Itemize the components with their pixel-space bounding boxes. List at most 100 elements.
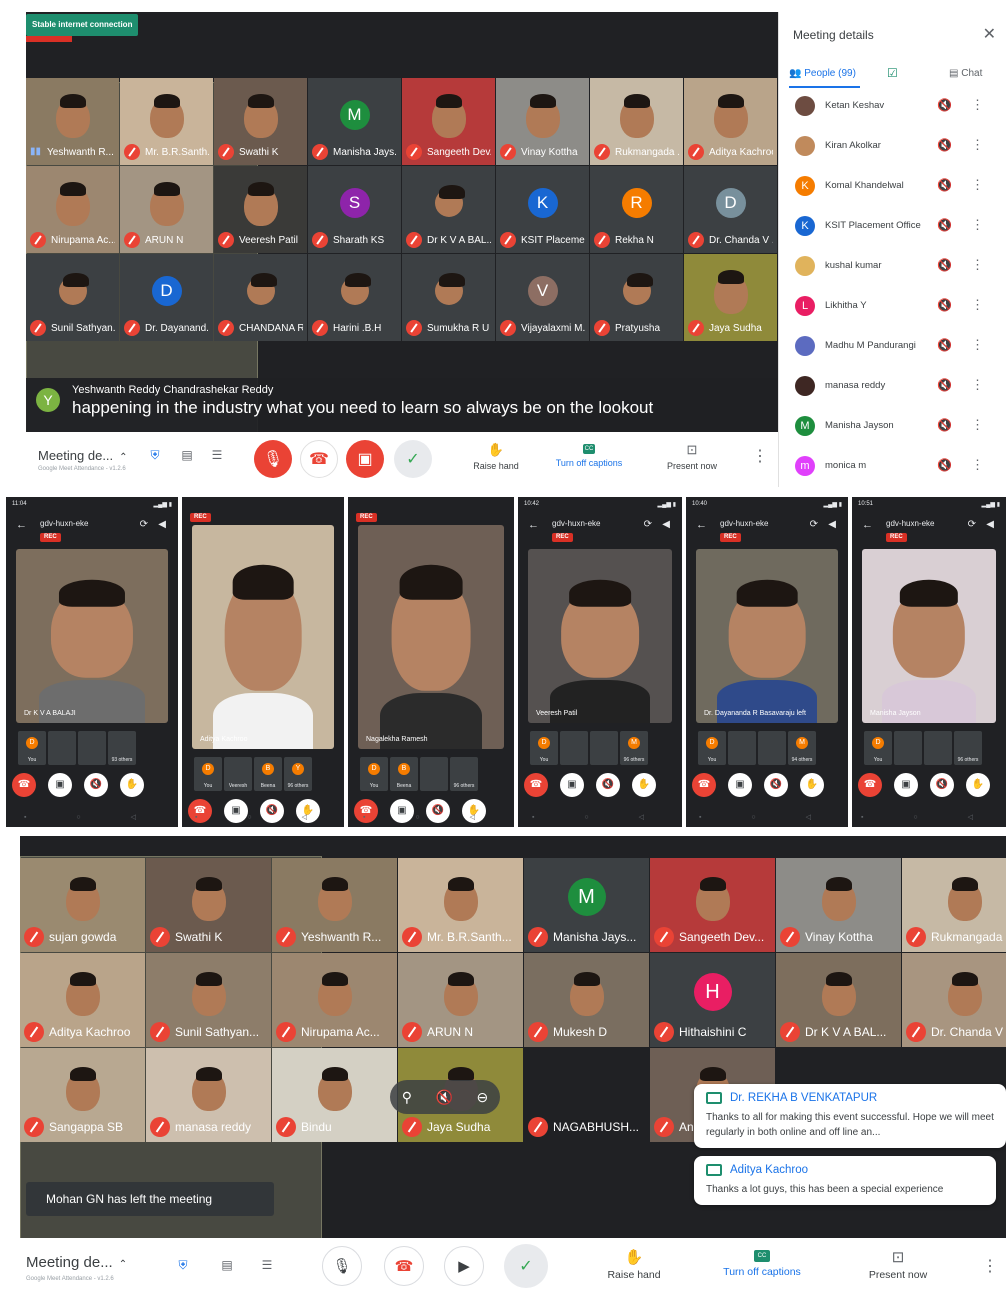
participant-thumbnail[interactable]: B Beena [254,757,282,791]
back-arrow-icon[interactable]: ← [16,519,27,531]
participant-tile[interactable]: R Rekha N [590,166,683,253]
tab-chat[interactable]: ▤ Chat [949,68,982,79]
mic-off-icon[interactable]: 🔇 [937,178,952,192]
participant-tile[interactable]: Dr K V A BAL... [402,166,495,253]
people-list-item[interactable]: Ketan Keshav 🔇 ⋮ [779,88,1006,128]
mic-off-icon[interactable]: 🔇 [84,773,108,797]
mic-off-icon[interactable]: 🔇 [937,138,952,152]
people-list-item[interactable]: L Likhitha Y 🔇 ⋮ [779,288,1006,328]
speaker-video[interactable]: Manisha Jayson [862,549,996,723]
participant-tile[interactable]: Bindu [272,1048,397,1142]
participant-thumbnail[interactable] [728,731,756,765]
pin-icon[interactable]: ⚲ [402,1089,412,1106]
meeting-details-button[interactable]: Meeting de... ⌃ [38,448,128,463]
mic-off-icon[interactable]: 🔇 [937,218,952,232]
people-list-item[interactable]: Kiran Akolkar 🔇 ⋮ [779,128,1006,168]
camera-off-icon[interactable]: ▣ [728,773,752,797]
hangup-icon[interactable]: ☎ [524,773,548,797]
participant-thumbnail[interactable]: D You [530,731,558,765]
mic-toggle-button[interactable]: 🎙 [322,1246,362,1286]
people-list-item[interactable]: Madhu M Pandurangi 🔇 ⋮ [779,328,1006,368]
raise-hand-button[interactable]: ✋ Raise hand [600,1248,668,1281]
speaker-video[interactable]: Dr K V A BALAJI [16,549,168,723]
switch-camera-icon[interactable]: ⟳ [810,519,818,530]
mic-off-icon[interactable]: 🔇 [937,378,952,392]
speaker-icon[interactable]: ◀ [986,519,994,530]
hand-icon[interactable]: ✋ [632,773,656,797]
people-list-item[interactable]: K KSIT Placement Office 🔇 ⋮ [779,208,1006,248]
participant-tile[interactable]: Rukmangada ... [590,78,683,165]
leave-call-button[interactable]: ☎ [384,1246,424,1286]
notes-icon[interactable]: ☰ [208,446,226,464]
participant-tile[interactable]: Jaya Sudha [684,254,777,341]
participant-thumbnail[interactable]: M 94 others [788,731,816,765]
participant-tile[interactable]: Sangappa SB [20,1048,145,1142]
participant-tile[interactable]: Harini .B.H [308,254,401,341]
participant-tile[interactable]: Mr. B.R.Santh... [120,78,213,165]
participant-tile[interactable]: H Hithaishini C [650,953,775,1047]
participant-tile[interactable]: sujan gowda [20,858,145,952]
participant-tile[interactable]: Dr K V A BAL... [776,953,901,1047]
participant-tile[interactable]: Rukmangada ... [902,858,1006,952]
speaker-icon[interactable]: ◀ [158,519,166,530]
speaker-video[interactable]: Nagalekha Ramesh [358,525,504,749]
hand-icon[interactable]: ✋ [966,773,990,797]
participant-tile[interactable]: Vinay Kottha [776,858,901,952]
participant-tile[interactable]: Mukesh D [524,953,649,1047]
participant-thumbnail[interactable]: B Beena [390,757,418,791]
switch-camera-icon[interactable]: ⟳ [968,519,976,530]
more-options-icon[interactable]: ⋮ [971,177,984,193]
participant-thumbnail[interactable]: D You [360,757,388,791]
participant-tile[interactable]: Veeresh Patil [214,166,307,253]
camera-toggle-button[interactable]: ▶ [444,1246,484,1286]
participant-thumbnail[interactable]: Veeresh [224,757,252,791]
participant-thumbnail[interactable]: Y 96 others [284,757,312,791]
participant-thumbnail[interactable]: 93 others [108,731,136,765]
present-now-button[interactable]: ⊡ Present now [860,1248,936,1281]
participant-tile[interactable]: Vinay Kottha [496,78,589,165]
mic-off-icon[interactable]: 🔇 [937,338,952,352]
hand-icon[interactable]: ✋ [800,773,824,797]
switch-camera-icon[interactable]: ⟳ [140,519,148,530]
attendance-sheet-icon[interactable]: ▤ [218,1256,236,1274]
back-arrow-icon[interactable]: ← [696,519,707,531]
shield-icon[interactable]: ⛨ [174,1256,192,1274]
participant-tile[interactable]: NAGABHUSH... [524,1048,649,1142]
captions-button[interactable]: CC Turn off captions [552,444,626,468]
participant-tile[interactable]: D Dr. Chanda V ... [684,166,777,253]
more-options-icon[interactable]: ⋮ [971,257,984,273]
participant-tile[interactable]: Swathi K [214,78,307,165]
mic-off-icon[interactable]: 🔇 [764,773,788,797]
camera-off-icon[interactable]: ▣ [894,773,918,797]
attendance-tab-icon[interactable]: ☑ [887,66,898,80]
mic-off-icon[interactable]: 🔇 [937,98,952,112]
participant-thumbnail[interactable]: M 96 others [620,731,648,765]
attendance-sheet-icon[interactable]: ▤ [178,446,196,464]
mic-toggle-button[interactable]: 🎙 [254,440,292,478]
camera-off-icon[interactable]: ▣ [560,773,584,797]
hangup-icon[interactable]: ☎ [858,773,882,797]
participant-tile[interactable]: ARUN N [120,166,213,253]
tab-people[interactable]: 👥 People (99) [789,68,860,88]
mic-off-icon[interactable]: 🔇 [596,773,620,797]
remove-icon[interactable]: ⊖ [476,1089,488,1106]
speaker-video[interactable]: Dr. Dayananda R Basavaraju left [696,549,838,723]
people-list-item[interactable]: kushal kumar 🔇 ⋮ [779,248,1006,288]
participant-tile[interactable]: Sunil Sathyan... [146,953,271,1047]
notes-icon[interactable]: ☰ [258,1256,276,1274]
more-options-icon[interactable]: ⋮ [752,446,768,466]
hand-icon[interactable]: ✋ [120,773,144,797]
participant-thumbnail[interactable]: D You [194,757,222,791]
participant-tile[interactable]: Aditya Kachroo [20,953,145,1047]
camera-off-icon[interactable]: ▣ [48,773,72,797]
participant-tile[interactable]: Yeshwanth R... [272,858,397,952]
people-list-item[interactable]: M Manisha Jayson 🔇 ⋮ [779,408,1006,448]
participant-thumbnail[interactable]: D You [698,731,726,765]
participant-thumbnail[interactable] [894,731,922,765]
participant-tile[interactable]: M Manisha Jays... [524,858,649,952]
participant-tile[interactable]: M Manisha Jays... [308,78,401,165]
people-list-item[interactable]: manasa reddy 🔇 ⋮ [779,368,1006,408]
people-list-item[interactable]: m monica m 🔇 ⋮ [779,448,1006,488]
hangup-icon[interactable]: ☎ [12,773,36,797]
mic-off-icon[interactable]: 🔇 [937,418,952,432]
